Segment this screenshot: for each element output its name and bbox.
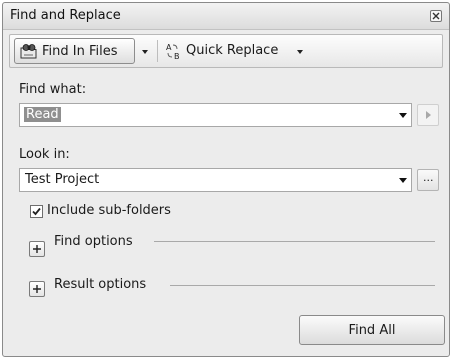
close-icon	[432, 12, 440, 20]
find-what-combobox[interactable]: Read	[19, 103, 412, 127]
checkmark-icon	[32, 207, 41, 216]
window-title: Find and Replace	[10, 8, 121, 23]
binoculars-folder-icon	[20, 44, 37, 59]
expression-builder-button[interactable]	[417, 104, 439, 126]
find-options-divider	[154, 241, 435, 242]
look-in-value[interactable]: Test Project	[25, 172, 99, 187]
plus-icon	[33, 285, 41, 293]
find-in-files-dropdown[interactable]	[138, 38, 152, 64]
find-in-files-label: Find In Files	[42, 44, 118, 59]
chevron-down-icon	[297, 50, 303, 54]
find-options-label[interactable]: Find options	[54, 234, 133, 249]
find-what-label: Find what:	[19, 82, 87, 97]
plus-icon	[33, 245, 41, 253]
include-subfolders-label[interactable]: Include sub-folders	[47, 203, 171, 218]
quick-replace-dropdown[interactable]	[293, 38, 307, 64]
look-in-label: Look in:	[19, 147, 70, 162]
svg-text:A: A	[166, 43, 172, 52]
result-options-label[interactable]: Result options	[54, 277, 146, 292]
look-in-combobox[interactable]: Test Project	[19, 168, 412, 192]
browse-button[interactable]: ...	[417, 169, 439, 191]
find-all-label: Find All	[348, 323, 396, 338]
find-in-files-button[interactable]: Find In Files	[14, 38, 135, 64]
replace-ab-icon[interactable]: A B	[165, 42, 183, 60]
close-button[interactable]	[430, 10, 442, 22]
quick-replace-label[interactable]: Quick Replace	[186, 43, 278, 58]
triangle-right-icon	[426, 111, 431, 119]
toolbar-separator	[157, 40, 158, 62]
include-subfolders-checkbox[interactable]	[30, 205, 43, 218]
find-options-expander[interactable]	[29, 241, 45, 257]
find-all-button[interactable]: Find All	[299, 315, 445, 345]
chevron-down-icon[interactable]	[399, 178, 407, 183]
result-options-divider	[170, 285, 435, 286]
chevron-down-icon	[142, 50, 148, 54]
svg-text:B: B	[174, 52, 180, 60]
find-replace-window: Find and Replace Find In Files A B Quick…	[2, 2, 450, 357]
find-what-value[interactable]: Read	[24, 107, 61, 122]
toolbar: Find In Files A B Quick Replace	[9, 34, 443, 68]
result-options-expander[interactable]	[29, 281, 45, 297]
title-bar: Find and Replace	[3, 3, 449, 30]
chevron-down-icon[interactable]	[399, 113, 407, 118]
browse-label: ...	[423, 171, 434, 184]
